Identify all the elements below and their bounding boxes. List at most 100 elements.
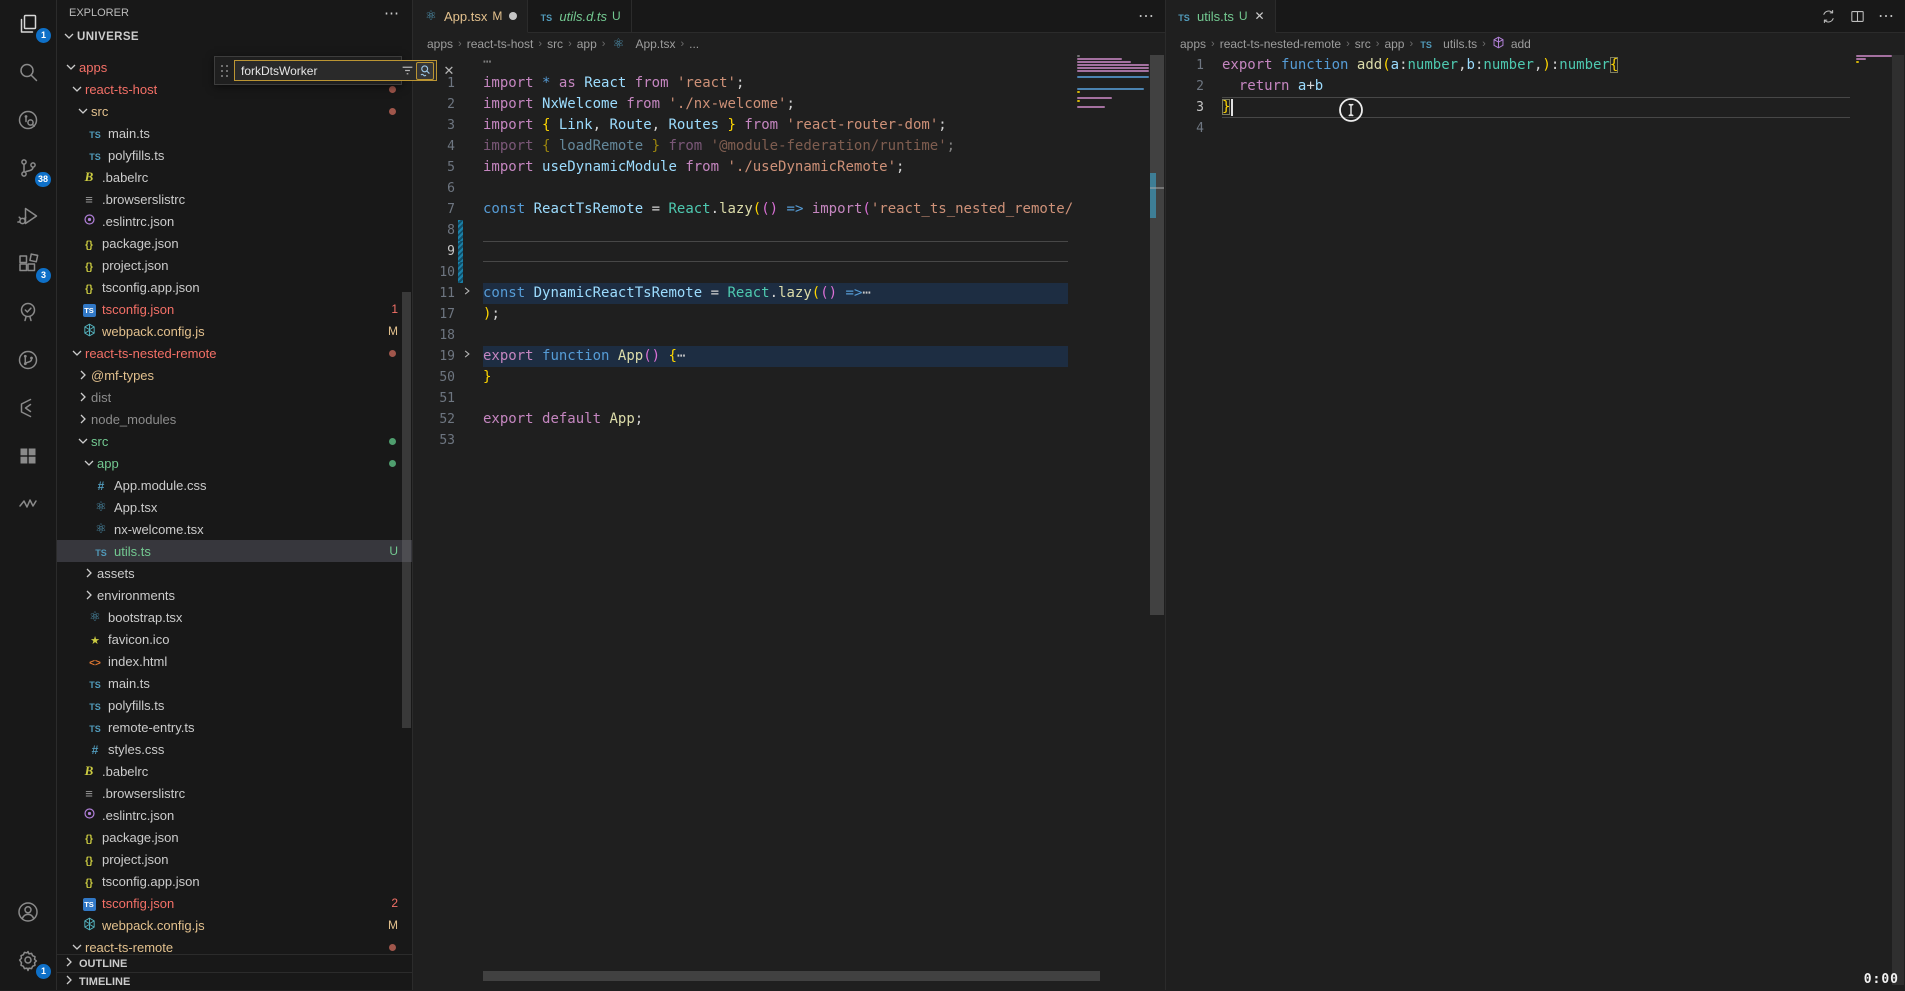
tree-item-react-ts-nested-remote[interactable]: react-ts-nested-remote (57, 342, 412, 364)
code-line-3[interactable]: 3import { Link, Route, Routes } from 're… (413, 115, 1165, 136)
sidebar-scrollbar[interactable] (402, 292, 411, 728)
tree-item--browserslistrc[interactable]: ≡.browserslistrc (57, 782, 412, 804)
code-editor-app-tsx[interactable]: ⋯1import * as React from 'react';2import… (413, 52, 1165, 451)
tab-utils-ts[interactable]: TSutils.tsU✕ (1166, 0, 1276, 33)
code-editor-utils-ts[interactable]: 1export function add(a:number,b:number,)… (1166, 55, 1905, 139)
code-line-4[interactable]: 4import { loadRemote } from '@module-fed… (413, 136, 1165, 157)
tree-item-app-module-css[interactable]: #App.module.css (57, 474, 412, 496)
code-line-51[interactable]: 51 (413, 388, 1165, 409)
account-activity-button[interactable] (0, 888, 56, 936)
code-line-2[interactable]: 2 return a+b (1166, 76, 1905, 97)
code-line-1[interactable]: 1export function add(a:number,b:number,)… (1166, 55, 1905, 76)
breadcrumb-item-add[interactable]: add (1491, 36, 1531, 52)
tab-app-tsx[interactable]: ⚛App.tsxM (413, 0, 528, 33)
tree-item-project-json[interactable]: {}project.json (57, 254, 412, 276)
breadcrumb-item-app-tsx[interactable]: ⚛App.tsx (610, 36, 675, 52)
tree-item--browserslistrc[interactable]: ≡.browserslistrc (57, 188, 412, 210)
vertical-scrollbar[interactable] (1150, 55, 1164, 615)
wave-activity-button[interactable] (0, 480, 56, 528)
git-graph-activity-button[interactable] (0, 336, 56, 384)
breadcrumb-item-react-ts-nested-remote[interactable]: react-ts-nested-remote (1220, 37, 1341, 51)
explorer-activity-button[interactable]: 1 (0, 0, 56, 48)
tree-item--eslintrc-json[interactable]: .eslintrc.json (57, 210, 412, 232)
tree-item-app-tsx[interactable]: ⚛App.tsx (57, 496, 412, 518)
source-control-activity-button[interactable]: 38 (0, 144, 56, 192)
tree-item-assets[interactable]: assets (57, 562, 412, 584)
filter-icon[interactable] (398, 62, 416, 80)
tree-item-package-json[interactable]: {}package.json (57, 826, 412, 848)
tree-item-webpack-config-js[interactable]: webpack.config.jsM (57, 320, 412, 342)
code-line-6[interactable]: 6 (413, 178, 1165, 199)
tree-item-bootstrap-tsx[interactable]: ⚛bootstrap.tsx (57, 606, 412, 628)
tree-item--eslintrc-json[interactable]: .eslintrc.json (57, 804, 412, 826)
code-line-7[interactable]: 7const ReactTsRemote = React.lazy(() => … (413, 199, 1165, 220)
search-activity-button[interactable] (0, 48, 56, 96)
tree-item-favicon-ico[interactable]: ★favicon.ico (57, 628, 412, 650)
breadcrumb-item-src[interactable]: src (1355, 37, 1371, 51)
code-line[interactable]: ⋯ (413, 52, 1165, 73)
code-line-53[interactable]: 53 (413, 430, 1165, 451)
drag-handle-icon[interactable] (221, 65, 229, 77)
code-line-5[interactable]: 5import useDynamicModule from './useDyna… (413, 157, 1165, 178)
tree-item-index-html[interactable]: <>index.html (57, 650, 412, 672)
tree-item--mf-types[interactable]: @mf-types (57, 364, 412, 386)
tree-item-tsconfig-app-json[interactable]: {}tsconfig.app.json (57, 276, 412, 298)
minimap[interactable] (1075, 55, 1149, 255)
breadcrumb-item-app[interactable]: app (1384, 37, 1404, 51)
tab-utils-d-ts[interactable]: TSutils.d.tsU (528, 0, 631, 32)
split-editor-icon[interactable] (1849, 8, 1866, 25)
code-line-50[interactable]: 50} (413, 367, 1165, 388)
tree-item-utils-ts[interactable]: TSutils.tsU (57, 540, 412, 562)
breadcrumb-item-apps[interactable]: apps (427, 37, 453, 51)
tree-item--babelrc[interactable]: B.babelrc (57, 166, 412, 188)
code-line-10[interactable]: 10 (413, 262, 1165, 283)
filter-input[interactable] (239, 63, 398, 79)
close-icon[interactable]: ✕ (1255, 9, 1265, 23)
tree-item-polyfills-ts[interactable]: TSpolyfills.ts (57, 144, 412, 166)
tree-item-project-json[interactable]: {}project.json (57, 848, 412, 870)
breadcrumb-item-utils-ts[interactable]: TSutils.ts (1418, 37, 1477, 51)
tree-item-styles-css[interactable]: #styles.css (57, 738, 412, 760)
code-line-1[interactable]: 1import * as React from 'react'; (413, 73, 1165, 94)
tree-item-tsconfig-json[interactable]: TStsconfig.json2 (57, 892, 412, 914)
tree-item-polyfills-ts[interactable]: TSpolyfills.ts (57, 694, 412, 716)
extensions-activity-button[interactable]: 3 (0, 240, 56, 288)
fuzzy-search-toggle[interactable] (416, 62, 434, 80)
horizontal-scrollbar[interactable] (483, 971, 1100, 981)
code-line-9[interactable]: 9 (413, 241, 1165, 262)
tree-item--babelrc[interactable]: B.babelrc (57, 760, 412, 782)
tree-item-main-ts[interactable]: TSmain.ts (57, 122, 412, 144)
tree-item-node-modules[interactable]: node_modules (57, 408, 412, 430)
breadcrumb-item--[interactable]: ... (689, 37, 699, 51)
tree-item-app[interactable]: app (57, 452, 412, 474)
fold-chevron-icon[interactable] (455, 346, 479, 367)
nx-console-activity-button[interactable] (0, 384, 56, 432)
code-line-18[interactable]: 18 (413, 325, 1165, 346)
breadcrumb-item-src[interactable]: src (547, 37, 563, 51)
code-line-52[interactable]: 52export default App; (413, 409, 1165, 430)
timeline-section-header[interactable]: TIMELINE (57, 972, 412, 990)
graph-search-activity-button[interactable] (0, 96, 56, 144)
todo-tree-activity-button[interactable] (0, 288, 56, 336)
sync-icon[interactable] (1820, 8, 1837, 25)
run-debug-activity-button[interactable] (0, 192, 56, 240)
more-icon[interactable]: ⋯ (1138, 6, 1155, 26)
workspace-root-row[interactable]: UNIVERSE (57, 26, 412, 48)
breadcrumb-item-react-ts-host[interactable]: react-ts-host (467, 37, 534, 51)
code-line-4[interactable]: 4 (1166, 118, 1905, 139)
outline-section-header[interactable]: OUTLINE (57, 954, 412, 972)
settings-activity-button[interactable]: 1 (0, 936, 56, 984)
tree-item-webpack-config-js[interactable]: webpack.config.jsM (57, 914, 412, 936)
tree-item-dist[interactable]: dist (57, 386, 412, 408)
fold-chevron-icon[interactable] (455, 283, 479, 304)
tree-item-package-json[interactable]: {}package.json (57, 232, 412, 254)
vertical-scrollbar[interactable] (1892, 55, 1904, 985)
breadcrumb-item-apps[interactable]: apps (1180, 37, 1206, 51)
code-line-8[interactable]: 8 (413, 220, 1165, 241)
more-icon[interactable]: ⋯ (1878, 6, 1895, 26)
tree-item-nx-welcome-tsx[interactable]: ⚛nx-welcome.tsx (57, 518, 412, 540)
tree-item-remote-entry-ts[interactable]: TSremote-entry.ts (57, 716, 412, 738)
close-icon[interactable]: ✕ (440, 62, 458, 80)
grid-activity-button[interactable] (0, 432, 56, 480)
tree-item-environments[interactable]: environments (57, 584, 412, 606)
